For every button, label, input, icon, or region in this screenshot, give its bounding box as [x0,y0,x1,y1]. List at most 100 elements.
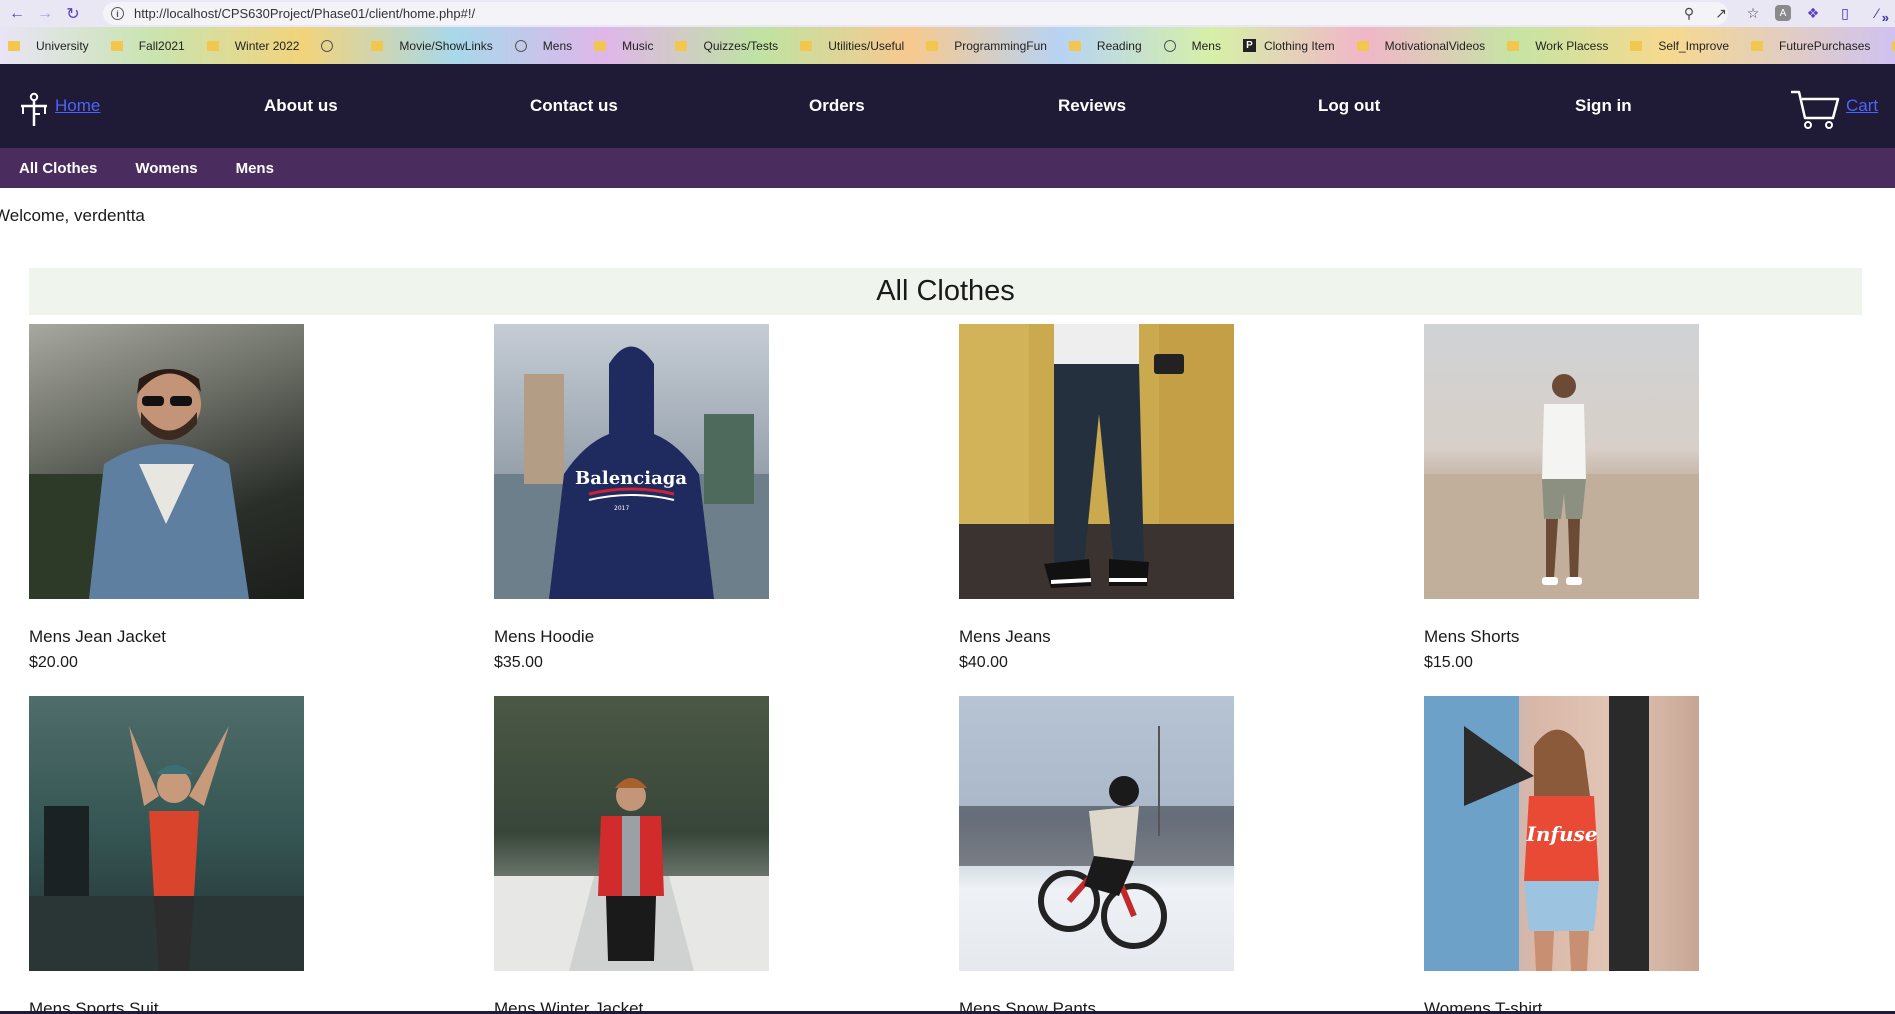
bookmark-label: University [36,38,89,53]
forward-arrow-icon[interactable]: → [34,3,56,25]
share-icon[interactable]: ↗ [1711,3,1731,23]
nav-orders-link[interactable]: Orders [809,64,865,148]
bookmark-item[interactable]: Music [594,39,653,53]
product-name[interactable]: Mens Jeans [959,627,1051,647]
back-arrow-icon[interactable]: ← [6,3,28,25]
nav-about-link[interactable]: About us [264,64,338,148]
product-name[interactable]: Mens Hoodie [494,627,594,647]
nav-contact-link[interactable]: Contact us [530,64,618,148]
globe-icon [321,39,334,52]
bookmark-item[interactable]: Self_Improve [1630,39,1729,53]
p-icon: P [1242,39,1256,52]
svg-text:Balenciaga: Balenciaga [575,468,687,489]
bookmark-item[interactable]: University [8,39,89,53]
bookmark-item[interactable]: Mens [1163,38,1221,53]
bookmark-item[interactable]: Work Placess [1507,39,1608,53]
more-bookmarks-icon[interactable]: » [1882,10,1889,25]
section-title: All Clothes [29,268,1862,315]
bookmark-item[interactable]: Utilities/Useful [800,39,904,53]
adblock-extension-icon[interactable]: A [1775,5,1791,21]
folder-icon [1068,40,1081,51]
product-price: $15.00 [1424,654,1473,671]
category-mens[interactable]: Mens [236,160,274,177]
product-photo[interactable] [959,324,1234,599]
product-price: $35.00 [494,654,543,671]
nav-signin-link[interactable]: Sign in [1575,64,1632,148]
category-womens[interactable]: Womens [135,160,197,177]
bookmark-item[interactable]: MotivationalVideos [1356,38,1486,53]
bookmark-item[interactable]: FuturePurchases [1751,39,1870,53]
product-price: $20.00 [29,654,78,671]
folder-icon [800,40,813,51]
product-card[interactable]: Mens Shorts $15.00 [1424,324,1699,671]
browser-toolbar: ← → ↻ i http://localhost/CPS630Project/P… [0,0,1895,27]
bookmark-item[interactable]: Reading [1068,38,1142,53]
welcome-message: Welcome, verdentta [0,206,145,225]
address-bar[interactable]: i http://localhost/CPS630Project/Phase01… [103,2,1728,25]
extensions-puzzle-icon[interactable]: ❖ [1803,3,1823,23]
side-panel-icon[interactable]: ▯ [1835,3,1855,23]
logo-icon[interactable] [18,92,50,128]
folder-icon [1507,40,1520,51]
product-card[interactable]: Mens Jeans $40.00 [959,324,1234,671]
cart-icon[interactable] [1789,88,1841,130]
bookmark-label: FuturePurchases [1779,38,1871,53]
folder-icon [675,40,688,51]
bookmark-item[interactable]: Movie/ShowLinks [371,38,493,53]
bookmark-label: Fall2021 [138,38,185,53]
bookmark-label: Work Placess [1535,38,1609,53]
nav-cart-link[interactable]: Cart [1846,64,1878,148]
bookmark-label: Mens [1191,38,1221,53]
bookmark-star-icon[interactable]: ☆ [1743,3,1763,23]
bookmark-label: Mens [542,38,573,53]
folder-icon [206,40,219,51]
product-photo[interactable] [29,696,304,971]
folder-icon [926,40,939,51]
product-photo[interactable] [29,324,304,599]
product-photo[interactable]: Infuse [1424,696,1699,971]
bookmarks-bar: University Fall2021 Winter 2022 Movie/ShowL… [0,27,1895,64]
globe-icon [1163,39,1176,52]
svg-text:2017: 2017 [614,505,629,512]
product-card[interactable]: Balenciaga 2017 Mens Hoodie $35.00 [494,324,769,671]
product-card[interactable]: Mens Winter Jacket [494,696,769,1014]
reload-icon[interactable]: ↻ [62,3,84,25]
product-card[interactable]: Infuse Womens T-shirt [1424,696,1699,1014]
category-nav: All Clothes Womens Mens [0,148,1895,188]
bookmark-label: Reading [1096,38,1142,53]
folder-icon [8,40,20,51]
site-info-icon[interactable]: i [111,7,124,20]
bookmark-label: Utilities/Useful [828,38,905,53]
product-photo[interactable] [1424,324,1699,599]
bookmark-label: MotivationalVideos [1384,38,1486,53]
bookmark-label: Clothing Item [1263,38,1335,53]
product-card[interactable]: Mens Snow Pants [959,696,1234,1014]
product-name[interactable]: Mens Jean Jacket [29,627,166,647]
nav-home-link[interactable]: Home [55,64,100,148]
nav-reviews-link[interactable]: Reviews [1058,64,1126,148]
bookmark-label: Winter 2022 [234,38,300,53]
folder-icon [1751,40,1764,51]
url-text: http://localhost/CPS630Project/Phase01/c… [134,6,476,21]
bookmark-item[interactable]: Winter 2022 [206,38,300,53]
category-all-clothes[interactable]: All Clothes [19,160,97,177]
product-name[interactable]: Mens Shorts [1424,627,1519,647]
bookmark-item[interactable]: ProgrammingFun [926,39,1047,53]
product-photo[interactable] [494,696,769,971]
bookmark-item[interactable]: P Clothing Item [1242,38,1335,53]
product-card[interactable]: Mens Sports Suit [29,696,304,1014]
bookmark-label: Self_Improve [1658,38,1730,53]
nav-logout-link[interactable]: Log out [1318,64,1380,148]
bookmark-item[interactable] [321,39,349,52]
folder-icon [1356,40,1369,51]
zoom-icon[interactable]: ⚲ [1679,3,1699,23]
bookmark-item[interactable]: Quizzes/Tests [675,39,778,53]
bookmark-item[interactable]: Fall2021 [110,38,185,53]
folder-icon [1630,40,1643,51]
bookmark-item[interactable]: Mens [514,38,573,53]
folder-icon [371,40,384,51]
product-photo[interactable]: Balenciaga 2017 [494,324,769,599]
bookmark-label: Movie/ShowLinks [399,38,493,53]
product-photo[interactable] [959,696,1234,971]
product-card[interactable]: Mens Jean Jacket $20.00 [29,324,304,671]
